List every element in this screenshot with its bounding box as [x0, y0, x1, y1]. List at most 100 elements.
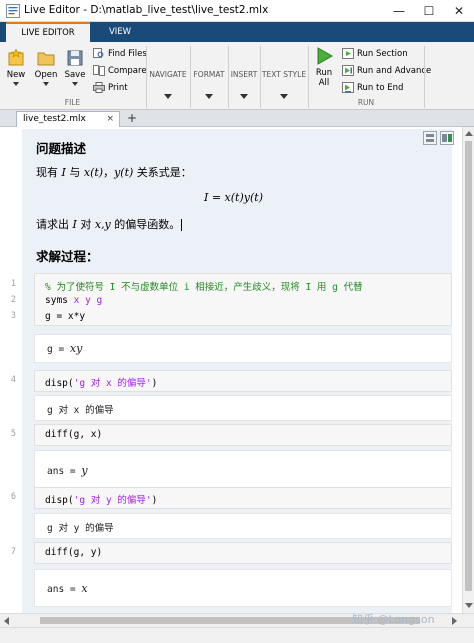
matlab-app-icon [6, 4, 20, 18]
save-label: Save [64, 70, 86, 80]
separator [308, 46, 309, 108]
line-number-gutter: 1 2 3 4 5 6 7 [0, 127, 20, 613]
close-window-button[interactable]: ✕ [444, 0, 474, 22]
code-line-disp-y: disp('g 对 y 的偏导') [45, 492, 157, 506]
run-all-button[interactable]: Run All [312, 46, 336, 88]
code-line-diff-x: diff(g, x) [45, 429, 103, 440]
line-number: 5 [10, 429, 16, 439]
close-tab-icon[interactable]: × [106, 112, 114, 126]
scroll-left-arrow-icon[interactable] [4, 617, 9, 625]
intro-with: 与 [69, 166, 81, 179]
output-5: ans = x [34, 569, 452, 607]
watermark: 知乎 @Longson [352, 613, 435, 626]
output-right-icon[interactable] [440, 131, 454, 145]
file-group-label: FILE [64, 98, 81, 107]
output-value: x [81, 582, 88, 595]
text-style-dropdown-icon[interactable] [280, 94, 288, 99]
vertical-scrollbar[interactable] [462, 127, 474, 613]
print-label: Print [108, 82, 128, 93]
code-syms-args: x y g [73, 295, 103, 306]
output-inline-icon[interactable] [423, 131, 437, 145]
code-section-5[interactable]: diff(g, y) [34, 542, 452, 564]
live-editor-pane[interactable]: 1 2 3 4 5 6 7 问题描述 现有 I 与 x(t)，y(t) 关系式是… [0, 127, 462, 613]
intro-prefix: 现有 [36, 166, 58, 179]
ask-suffix: 的偏导函数。 [114, 218, 181, 231]
open-dropdown-icon[interactable] [43, 82, 49, 86]
ask-prefix: 请求出 [36, 218, 69, 231]
intro-var-i: I [61, 166, 66, 179]
output-2: g 对 x 的偏导 [34, 395, 452, 421]
format-dropdown-icon[interactable] [205, 94, 213, 99]
output-text: g 对 x 的偏导 [47, 405, 114, 416]
status-bar [0, 627, 474, 643]
run-and-advance-button[interactable]: Run and Advance [342, 65, 431, 76]
ribbon-toolbar: New Open Save Find Files Compare Print F… [0, 42, 474, 110]
line-number: 6 [10, 492, 16, 502]
open-label: Open [34, 70, 58, 80]
save-button[interactable]: Save [62, 48, 88, 86]
output-text: g = xy [47, 342, 82, 355]
text-style-menu[interactable]: TEXT STYLE [261, 70, 307, 79]
tab-live-editor[interactable]: LIVE EDITOR [6, 22, 90, 42]
doc-tab-live-test2[interactable]: live_test2.mlx × [16, 111, 120, 127]
save-dropdown-icon[interactable] [72, 82, 78, 86]
new-dropdown-icon[interactable] [13, 82, 19, 86]
format-menu[interactable]: FORMAT [191, 70, 227, 79]
folder-open-icon [37, 52, 55, 66]
compare-label: Compare [108, 65, 147, 76]
navigate-menu[interactable]: NAVIGATE [147, 70, 189, 79]
run-all-label-1: Run [315, 68, 333, 78]
ask-var-xy: x,y [94, 218, 111, 231]
code-section-2[interactable]: disp('g 对 x 的偏导') [34, 370, 452, 392]
insert-menu[interactable]: INSERT [229, 70, 259, 79]
code-syms-keyword: syms [45, 295, 68, 306]
heading-solution-process: 求解过程： [36, 249, 99, 264]
print-button[interactable]: Print [93, 82, 128, 93]
ask-var-i: I [72, 218, 77, 231]
new-button[interactable]: New [4, 48, 28, 86]
code-fn: disp( [45, 495, 74, 506]
output-1: g = xy [34, 334, 452, 363]
code-fn: disp( [45, 378, 74, 389]
window-title: Live Editor - D:\matlab_live_test\live_t… [24, 4, 269, 16]
vertical-scroll-thumb[interactable] [465, 141, 472, 591]
code-section-1[interactable]: % 为了使符号 I 不与虚数单位 i 相接近，产生歧义，现将 I 用 g 代替 … [34, 273, 452, 326]
code-section-3[interactable]: diff(g, x) [34, 424, 452, 446]
code-string: 'g 对 y 的偏导' [73, 495, 152, 506]
scroll-right-arrow-icon[interactable] [452, 617, 457, 625]
find-files-button[interactable]: Find Files [93, 48, 147, 59]
output-prefix: ans = [47, 466, 82, 477]
compare-icon [93, 65, 105, 76]
tab-view[interactable]: VIEW [92, 22, 148, 42]
separator [424, 46, 425, 108]
code-string: 'g 对 x 的偏导' [73, 378, 152, 389]
intro-suffix: 关系式是： [136, 166, 192, 179]
output-4: g 对 y 的偏导 [34, 513, 452, 539]
compare-button[interactable]: Compare [93, 65, 147, 76]
live-script-document[interactable]: 问题描述 现有 I 与 x(t)，y(t) 关系式是： I = x(t)y(t)… [22, 129, 454, 613]
new-label: New [6, 70, 26, 80]
save-icon [67, 50, 83, 66]
code-line-assign: g = x*y [45, 311, 86, 322]
heading-problem-description: 问题描述 [36, 141, 87, 156]
output-prefix: g = [47, 344, 70, 355]
maximize-button[interactable]: ☐ [414, 0, 444, 22]
printer-icon [93, 82, 105, 93]
find-files-label: Find Files [108, 48, 147, 59]
run-all-label-2: All [318, 78, 330, 88]
document-tab-strip: live_test2.mlx × + [0, 110, 474, 127]
code-line-diff-y: diff(g, y) [45, 547, 103, 558]
minimize-button[interactable]: — [384, 0, 414, 22]
find-files-icon [93, 48, 104, 58]
insert-dropdown-icon[interactable] [240, 94, 248, 99]
scroll-up-arrow-icon[interactable] [465, 131, 473, 136]
output-text: ans = x [47, 582, 88, 595]
navigate-dropdown-icon[interactable] [164, 94, 172, 99]
run-to-end-button[interactable]: Run to End [342, 82, 403, 93]
code-line-syms: syms x y g [45, 295, 102, 306]
code-section-4[interactable]: disp('g 对 y 的偏导') [34, 487, 452, 509]
scroll-down-arrow-icon[interactable] [465, 603, 473, 608]
open-button[interactable]: Open [32, 48, 60, 86]
run-section-button[interactable]: Run Section [342, 48, 408, 59]
new-tab-button[interactable]: + [124, 111, 140, 126]
